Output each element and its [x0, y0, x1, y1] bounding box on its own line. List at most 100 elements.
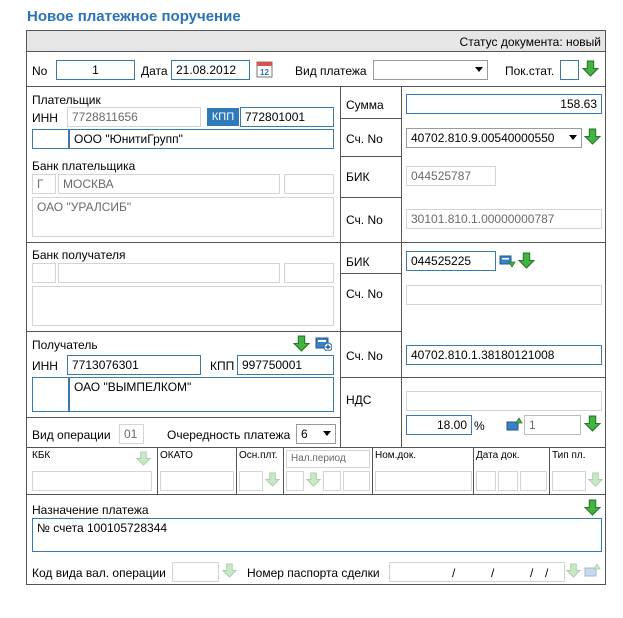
payee-code-field[interactable]: [32, 377, 69, 412]
payer-bank-name: ОАО "УРАЛСИБ": [32, 197, 334, 237]
payer-bank-section-label: Банк плательщика: [32, 159, 136, 173]
payee-bank-city: [58, 263, 280, 283]
doc-date-label: Дата док.: [476, 450, 520, 461]
payer-bank-city-type: Г: [32, 174, 56, 194]
currency-op-arrow-icon: [222, 563, 237, 578]
payer-bank-acc-label: Сч. No: [346, 213, 383, 227]
payee-select-arrow-icon[interactable]: [293, 335, 310, 352]
payer-account-select[interactable]: 40702.810.9.00540000550: [406, 128, 582, 148]
vat-calc-icon[interactable]: [506, 416, 523, 432]
payee-acc-field[interactable]: 40702.810.1.38180121008: [406, 345, 602, 365]
payee-acc-label: Сч. No: [346, 349, 383, 363]
pok-stat-label: Пок.стат.: [505, 64, 555, 78]
pay-type-field[interactable]: [552, 471, 586, 491]
number-label: No: [32, 64, 48, 78]
purpose-arrow-icon[interactable]: [584, 499, 601, 516]
bank-lookup-icon[interactable]: [499, 253, 516, 269]
payee-kpp-field[interactable]: 997750001: [237, 355, 334, 375]
payment-form: Статус документа: новый No 1 Дата 21.08.…: [26, 30, 606, 585]
basis-arrow-icon: [265, 472, 280, 487]
pok-stat-field[interactable]: [560, 60, 579, 80]
payee-bank-arrow-icon[interactable]: [518, 252, 535, 269]
vat-arrow-icon[interactable]: [584, 415, 601, 432]
operation-type-label: Вид операции: [32, 428, 111, 442]
vat-rate-field[interactable]: 18.00: [406, 415, 472, 435]
doc-date-day[interactable]: [476, 471, 496, 491]
select-down-arrow-icon[interactable]: [582, 60, 599, 77]
payer-kpp-label: КПП: [207, 108, 239, 126]
payer-bank-bik-label: БИК: [346, 170, 370, 184]
period-part1[interactable]: [286, 471, 304, 491]
payee-bank-section-label: Банк получателя: [32, 248, 126, 262]
payer-name-field[interactable]: ООО "ЮнитиГрупп": [69, 129, 334, 149]
date-field[interactable]: 21.08.2012: [171, 60, 250, 80]
payee-bank-acc-field: [406, 285, 602, 305]
vat-percent-sign: %: [474, 419, 485, 433]
period-part3[interactable]: [343, 471, 370, 491]
payee-bank-acc-label: Сч. No: [346, 287, 383, 301]
payee-bank-name: [32, 286, 334, 326]
chevron-down-icon: [475, 67, 483, 72]
payer-account-arrow-icon[interactable]: [584, 128, 601, 145]
payer-kpp-field[interactable]: 772801001: [240, 107, 334, 127]
pay-type-arrow-icon: [588, 472, 603, 487]
period-field[interactable]: Нал.период: [286, 450, 370, 468]
payer-bank-city: МОСКВА: [58, 174, 280, 194]
priority-select[interactable]: 6: [296, 424, 336, 444]
payer-bank-acc-field: 30101.810.1.00000000787: [406, 209, 602, 229]
vat-text-field: [406, 391, 602, 411]
currency-op-field[interactable]: [172, 562, 219, 582]
passport-sep-1: /: [452, 566, 456, 580]
payer-section-label: Плательщик: [32, 93, 101, 107]
chevron-down-icon: [569, 135, 577, 140]
kbk-label: КБК: [32, 450, 51, 461]
purpose-field[interactable]: № счета 100105728344: [32, 518, 602, 552]
payee-bank-city-type: [32, 263, 56, 283]
doc-number-field[interactable]: [375, 471, 472, 491]
payer-code-field[interactable]: [32, 129, 69, 149]
okato-label: ОКАТО: [160, 450, 193, 461]
passport-field[interactable]: [389, 562, 565, 582]
payment-type-select[interactable]: [373, 60, 488, 80]
okato-field[interactable]: [160, 471, 234, 491]
payee-add-icon[interactable]: [314, 335, 333, 352]
vat-mode-field[interactable]: 1: [524, 415, 581, 435]
date-label: Дата: [141, 64, 168, 78]
payee-bank-extra: [284, 263, 334, 283]
chevron-down-icon: [323, 431, 331, 436]
payer-inn-field[interactable]: 7728811656: [67, 107, 201, 127]
operation-type-field[interactable]: 01: [119, 424, 144, 444]
payer-bank-extra: [284, 174, 334, 194]
pay-type-label: Тип пл.: [552, 450, 586, 461]
amount-field[interactable]: 158.63: [406, 94, 602, 114]
purpose-label: Назначение платежа: [32, 503, 149, 517]
amount-label: Сумма: [346, 98, 384, 112]
payee-name-field[interactable]: ОАО "ВЫМПЕЛКОМ": [69, 377, 334, 412]
payee-section-label: Получатель: [32, 338, 98, 352]
payee-inn-field[interactable]: 7713076301: [67, 355, 201, 375]
period-part2[interactable]: [323, 471, 341, 491]
kbk-field[interactable]: [32, 471, 152, 491]
basis-field[interactable]: [239, 471, 263, 491]
currency-op-label: Код вида вал. операции: [32, 566, 166, 580]
doc-date-year[interactable]: [520, 471, 547, 491]
page-title: Новое платежное поручение: [27, 8, 241, 25]
basis-label: Осн.плт.: [239, 450, 278, 461]
payer-account-label: Сч. No: [346, 132, 383, 146]
document-status: Статус документа: новый: [459, 35, 601, 49]
number-field[interactable]: 1: [56, 60, 135, 80]
period-arrow-icon: [306, 472, 321, 487]
payee-bank-bik-label: БИК: [346, 255, 370, 269]
doc-date-month[interactable]: [498, 471, 518, 491]
kbk-arrow-icon: [136, 451, 151, 466]
payee-bank-bik-field[interactable]: 044525225: [406, 251, 496, 271]
payee-kpp-label: КПП: [210, 359, 235, 373]
passport-sep-3: /: [530, 566, 534, 580]
priority-label: Очередность платежа: [167, 428, 291, 442]
calendar-icon[interactable]: 12: [256, 60, 273, 78]
payer-bank-bik-field: 044525787: [406, 166, 496, 186]
payer-inn-label: ИНН: [32, 111, 58, 125]
payee-inn-label: ИНН: [32, 359, 58, 373]
passport-sep-2: /: [491, 566, 495, 580]
passport-sep-4: /: [545, 566, 549, 580]
